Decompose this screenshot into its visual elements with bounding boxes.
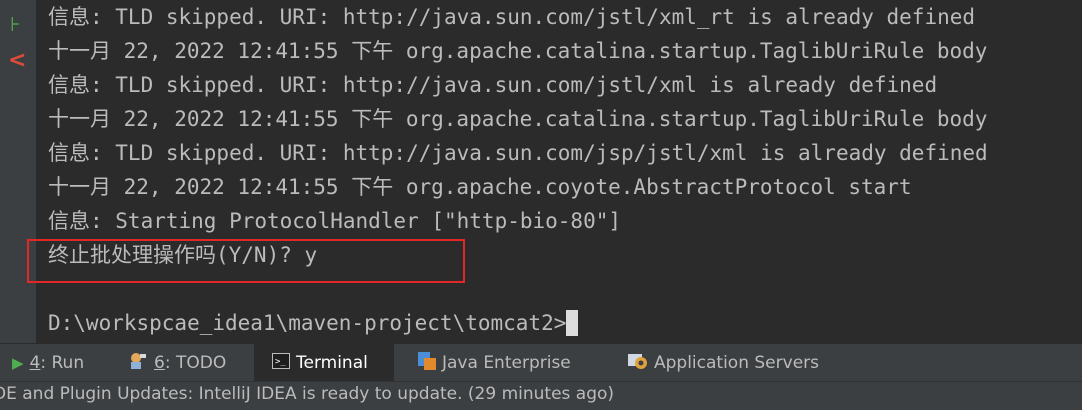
todo-icon	[128, 352, 148, 375]
terminal-output[interactable]: 信息: TLD skipped. URI: http://java.sun.co…	[36, 0, 1082, 343]
tab-run-label: : Run	[40, 353, 85, 373]
tab-application-servers[interactable]: Application Servers	[628, 344, 819, 382]
svg-text:>_: >_	[275, 357, 286, 367]
text-cursor	[566, 310, 579, 336]
tab-todo[interactable]: 6: TODO	[128, 344, 226, 382]
java-enterprise-icon	[418, 351, 436, 375]
terminal-prompt: D:\workspcae_idea1\maven-project\tomcat2…	[48, 311, 567, 335]
terminal-gutter: ⊦ <	[0, 0, 36, 343]
tab-java-enterprise-label: Java Enterprise	[442, 353, 571, 373]
status-bar: IDE and Plugin Updates: IntelliJ IDEA is…	[0, 381, 1082, 410]
tab-todo-label: : TODO	[164, 353, 227, 373]
tab-terminal-label: Terminal	[296, 353, 368, 373]
terminal-icon: >_	[272, 352, 290, 374]
collapse-arrow-icon[interactable]: <	[8, 50, 26, 72]
bottom-tool-window-bar: ▶ 4: Run 6: TODO >_ Terminal Java Enterp…	[0, 343, 1082, 382]
terminal-line: 十一月 22, 2022 12:41:55 下午 org.apache.coyo…	[48, 175, 912, 199]
terminal-input-line[interactable]: D:\workspcae_idea1\maven-project\tomcat2…	[48, 310, 579, 336]
terminal-line: 信息: TLD skipped. URI: http://java.sun.co…	[48, 73, 938, 97]
run-icon: ▶	[12, 354, 24, 372]
tab-application-servers-label: Application Servers	[654, 353, 819, 373]
tab-run-mnemonic: 4	[29, 353, 41, 373]
terminal-line: 信息: TLD skipped. URI: http://java.sun.co…	[48, 5, 976, 29]
application-servers-icon	[628, 352, 648, 375]
annotation-highlight-box	[27, 239, 465, 283]
terminal-line: 信息: TLD skipped. URI: http://java.sun.co…	[48, 141, 988, 165]
status-message[interactable]: IDE and Plugin Updates: IntelliJ IDEA is…	[0, 384, 614, 404]
terminal-line: 信息: Starting ProtocolHandler ["http-bio-…	[48, 209, 622, 233]
tab-run[interactable]: ▶ 4: Run	[12, 344, 84, 382]
tab-terminal[interactable]: >_ Terminal	[254, 344, 394, 382]
tab-todo-mnemonic: 6	[154, 353, 165, 373]
run-gutter-icon[interactable]: ⊦	[10, 14, 20, 34]
tab-java-enterprise[interactable]: Java Enterprise	[418, 344, 571, 382]
terminal-line: 十一月 22, 2022 12:41:55 下午 org.apache.cata…	[48, 39, 988, 63]
terminal-line: 十一月 22, 2022 12:41:55 下午 org.apache.cata…	[48, 107, 988, 131]
